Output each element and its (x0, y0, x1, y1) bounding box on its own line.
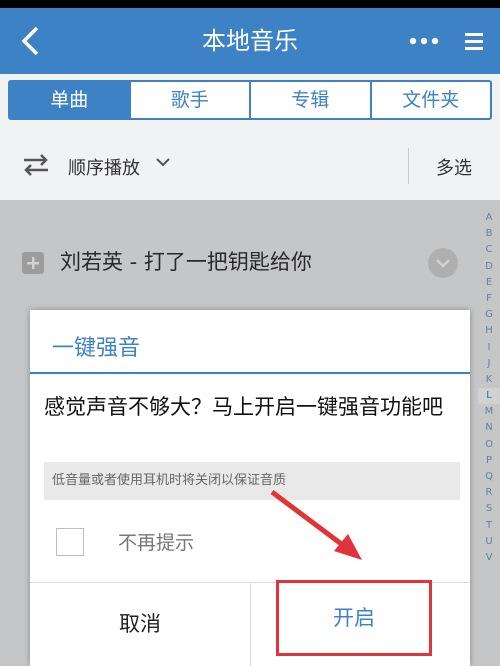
app-bar: 本地音乐 (0, 8, 500, 74)
buttons-separator (250, 582, 251, 666)
play-order-label[interactable]: 顺序播放 (68, 154, 140, 180)
category-tabs: 单曲 歌手 专辑 文件夹 (8, 80, 492, 120)
chevron-down-icon[interactable] (155, 156, 171, 168)
dialog-note: 低音量或者使用耳机时将关闭以保证音质 (44, 462, 460, 500)
menu-button[interactable] (454, 18, 494, 64)
tab-folders[interactable]: 文件夹 (372, 82, 491, 118)
dialog-title: 一键强音 (52, 336, 141, 361)
cancel-button[interactable]: 取消 (30, 583, 250, 666)
tab-albums[interactable]: 专辑 (251, 82, 372, 118)
enable-button[interactable]: 开启 (276, 580, 432, 656)
status-bar (0, 0, 500, 8)
tab-songs[interactable]: 单曲 (10, 82, 131, 118)
dialog-title-divider (30, 372, 470, 374)
play-order-icon[interactable] (22, 154, 50, 176)
dialog-message: 感觉声音不够大？马上开启一键强音功能吧 (44, 395, 443, 419)
more-dots-icon (409, 37, 439, 45)
more-button[interactable] (404, 18, 444, 64)
multi-select-button[interactable]: 多选 (436, 154, 472, 180)
boost-dialog: 一键强音 感觉声音不够大？马上开启一键强音功能吧 低音量或者使用耳机时将关闭以保… (30, 310, 470, 666)
dont-remind-checkbox[interactable] (56, 528, 84, 556)
menu-icon (465, 33, 483, 50)
list-toolbar: 顺序播放 多选 (0, 130, 500, 200)
tab-artists[interactable]: 歌手 (131, 82, 251, 118)
dont-remind-label[interactable]: 不再提示 (118, 528, 194, 555)
toolbar-divider (408, 148, 409, 184)
